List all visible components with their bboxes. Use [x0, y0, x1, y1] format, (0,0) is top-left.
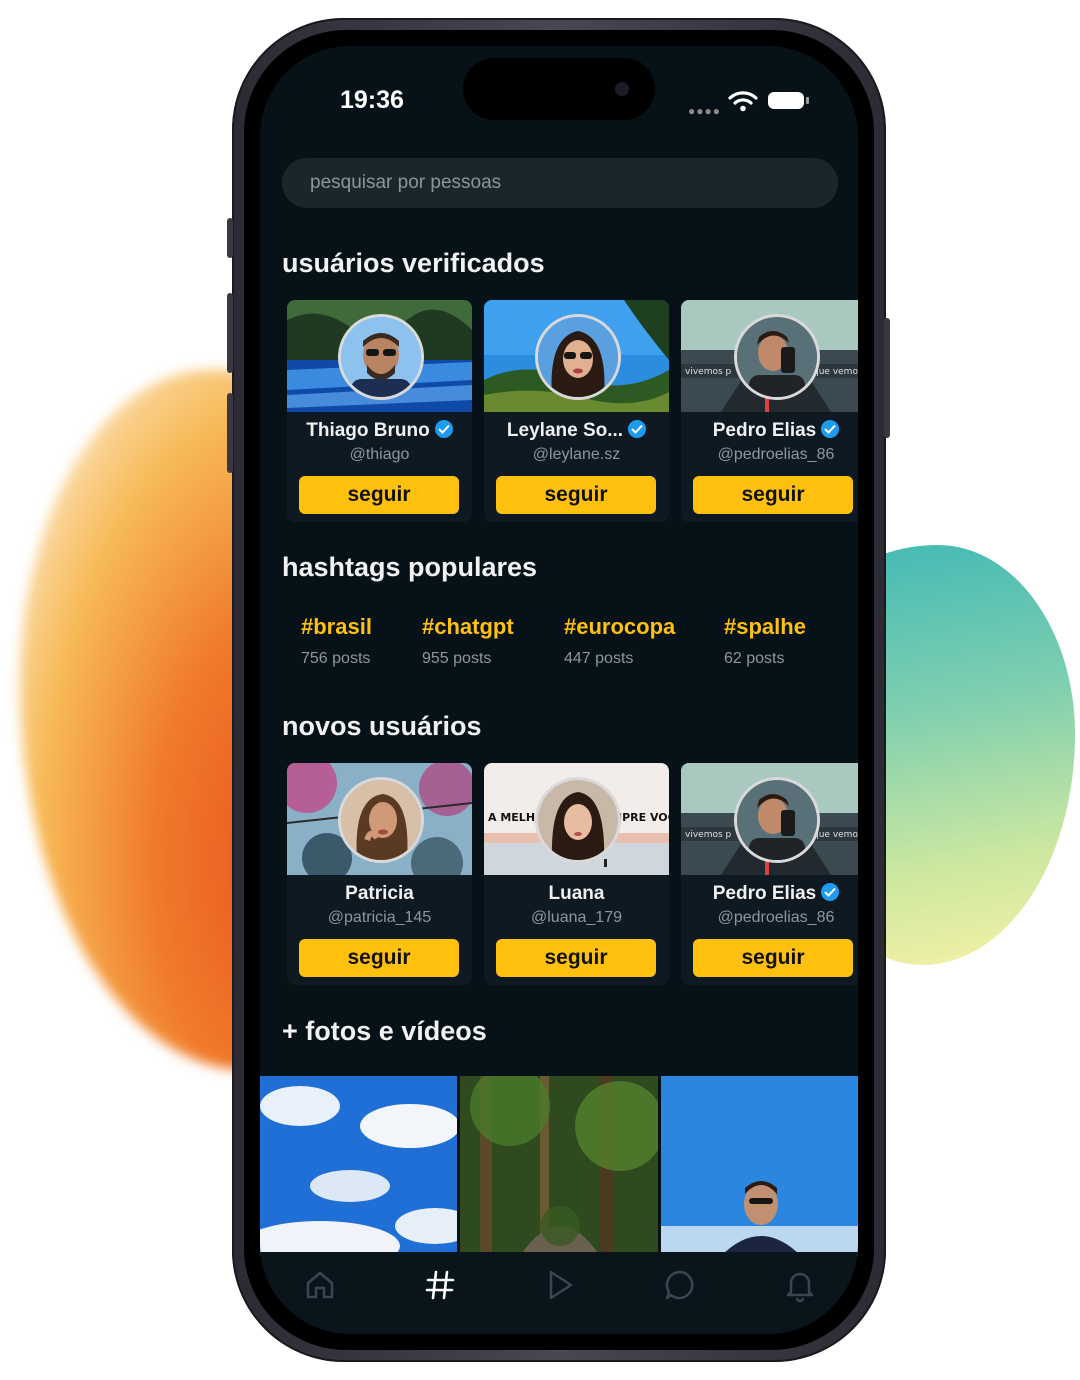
- hashtag-item[interactable]: #spalhe 62 posts: [724, 614, 806, 668]
- user-handle: @thiago: [349, 446, 410, 463]
- bottom-tab-bar: [260, 1252, 858, 1334]
- user-card[interactable]: Patricia @patricia_145 seguir: [287, 763, 472, 985]
- media-thumbnail[interactable]: [460, 1076, 658, 1256]
- avatar: [337, 314, 424, 400]
- user-handle: @pedroelias_86: [717, 909, 835, 926]
- section-title-new-users: novos usuários: [282, 711, 482, 741]
- verified-users-carousel[interactable]: Thiago Bruno @thiago seguir Leylane So..…: [282, 300, 858, 530]
- hashtag-post-count: 62 posts: [724, 650, 785, 667]
- user-card[interactable]: vivemos p que vemo Pedro Elias @pedroeli…: [681, 763, 858, 985]
- cellular-signal-icon: ●●●●: [688, 104, 721, 118]
- avatar: [534, 314, 621, 400]
- user-handle: @patricia_145: [327, 909, 432, 926]
- hashtag-icon: [425, 1270, 455, 1300]
- follow-button[interactable]: seguir: [496, 939, 656, 977]
- home-icon: [306, 1271, 334, 1299]
- hashtag-item[interactable]: #brasil 756 posts: [301, 614, 372, 668]
- media-grid: [260, 1076, 858, 1256]
- tab-notifications[interactable]: [770, 1268, 830, 1308]
- avatar: [337, 777, 424, 863]
- user-name: Luana: [548, 883, 605, 904]
- hashtag-label: #eurocopa: [564, 614, 676, 639]
- user-name: Leylane So...: [484, 420, 669, 442]
- avatar: [734, 314, 820, 400]
- section-title-verified: usuários verificados: [282, 248, 545, 278]
- hashtag-post-count: 955 posts: [422, 650, 492, 667]
- verified-badge-icon: [821, 883, 840, 901]
- volume-up-button: [227, 293, 233, 373]
- play-icon: [549, 1270, 573, 1300]
- wifi-icon: [728, 91, 758, 112]
- media-thumbnail[interactable]: [661, 1076, 858, 1256]
- user-card[interactable]: Thiago Bruno @thiago seguir: [287, 300, 472, 522]
- battery-icon: [768, 92, 809, 109]
- section-title-hashtags: hashtags populares: [282, 552, 538, 582]
- follow-button[interactable]: seguir: [299, 476, 459, 514]
- app-screen: 19:36 ●●●● pesquisar por pessoas usuário…: [260, 46, 858, 1334]
- user-name: Thiago Bruno: [287, 420, 472, 442]
- chat-bubble-icon: [665, 1270, 694, 1300]
- mute-switch: [227, 218, 233, 258]
- hashtag-post-count: 447 posts: [564, 650, 634, 667]
- popular-hashtags: #brasil 756 posts #chatgpt 955 posts #eu…: [282, 614, 842, 694]
- tab-messages[interactable]: [650, 1268, 710, 1308]
- follow-button[interactable]: seguir: [496, 476, 656, 514]
- phone-frame: 19:36 ●●●● pesquisar por pessoas usuário…: [227, 18, 890, 1362]
- section-title-media: + fotos e vídeos: [282, 1016, 487, 1046]
- power-button: [884, 318, 890, 438]
- bell-icon: [786, 1272, 814, 1303]
- user-handle: @pedroelias_86: [717, 446, 835, 463]
- media-thumbnail[interactable]: [260, 1076, 457, 1256]
- status-bar: 19:36 ●●●●: [260, 46, 858, 156]
- follow-button[interactable]: seguir: [693, 939, 853, 977]
- svg-text:que vemo: que vemo: [813, 367, 858, 377]
- hashtag-item[interactable]: #eurocopa 447 posts: [564, 614, 675, 668]
- svg-text:IPRE VOCÊ.: IPRE VOCÊ.: [618, 811, 669, 824]
- hashtag-post-count: 756 posts: [301, 650, 371, 667]
- verified-badge-icon: [628, 420, 647, 438]
- user-card[interactable]: vivemos p que vemo Pedro Elias @pedroeli…: [681, 300, 858, 522]
- hashtag-label: #brasil: [301, 614, 372, 639]
- volume-down-button: [227, 393, 233, 473]
- user-card[interactable]: A MELHOR IPRE VOCÊ. Luana @luana_179 seg…: [484, 763, 669, 985]
- hashtag-label: #spalhe: [724, 614, 806, 639]
- user-handle: @leylane.sz: [532, 446, 621, 463]
- svg-text:que vemo: que vemo: [813, 830, 858, 840]
- hashtag-item[interactable]: #chatgpt 955 posts: [422, 614, 514, 668]
- user-name: Patricia: [345, 883, 414, 904]
- status-time: 19:36: [340, 86, 404, 114]
- user-handle: @luana_179: [531, 909, 622, 926]
- follow-button[interactable]: seguir: [299, 939, 459, 977]
- avatar: [534, 777, 621, 863]
- user-name: Pedro Elias: [681, 883, 858, 905]
- user-name: Pedro Elias: [681, 420, 858, 442]
- follow-button[interactable]: seguir: [693, 476, 853, 514]
- verified-badge-icon: [821, 420, 840, 438]
- dynamic-island: [463, 58, 655, 120]
- tab-videos[interactable]: [530, 1268, 590, 1308]
- tab-explore[interactable]: [410, 1268, 470, 1308]
- avatar: [734, 777, 820, 863]
- verified-badge-icon: [434, 420, 453, 438]
- search-input[interactable]: pesquisar por pessoas: [282, 158, 838, 208]
- new-users-carousel[interactable]: Patricia @patricia_145 seguir A MELHOR I…: [282, 763, 858, 993]
- svg-text:vivemos p: vivemos p: [685, 367, 732, 377]
- hashtag-label: #chatgpt: [422, 614, 514, 639]
- tab-home[interactable]: [290, 1268, 350, 1308]
- svg-text:vivemos p: vivemos p: [685, 830, 732, 840]
- user-card[interactable]: Leylane So... @leylane.sz seguir: [484, 300, 669, 522]
